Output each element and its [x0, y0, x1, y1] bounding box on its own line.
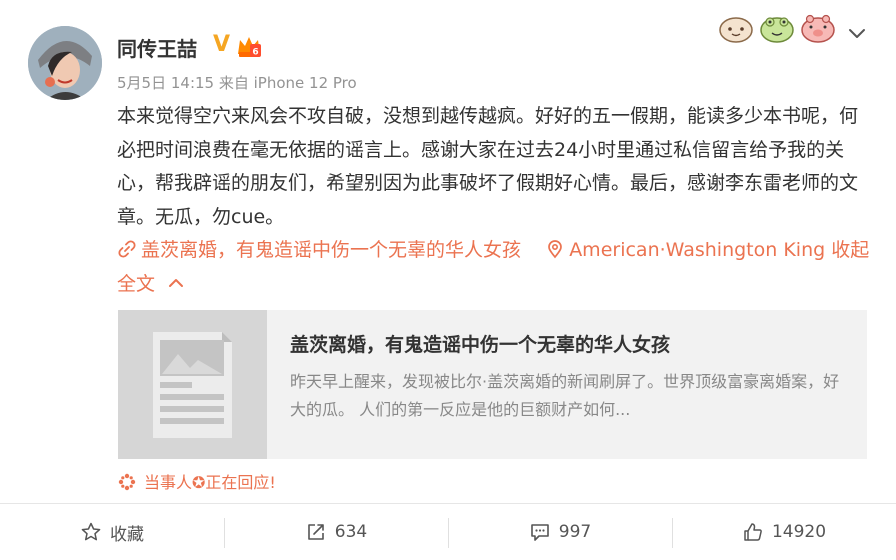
favorite-label: 收藏	[110, 524, 144, 545]
verified-badge-icon: V	[213, 32, 231, 57]
location-link[interactable]: American·Washington King	[545, 239, 831, 261]
article-card[interactable]: 盖茨离婚，有鬼造谣中伤一个无辜的华人女孩 昨天早上醒来，发现被比尔·盖茨离婚的新…	[118, 310, 867, 459]
comment-button[interactable]: 997	[448, 504, 672, 560]
repost-count: 634	[334, 522, 368, 542]
member-level-badge-icon: 6	[236, 34, 262, 58]
notice-text: 当事人✪正在回应!	[144, 473, 276, 492]
sticker-pig-icon	[801, 14, 835, 43]
post-text: 本来觉得空穴来风会不攻自破，没想到越传越疯。好好的五一假期，能读多少本书呢，何必…	[117, 105, 859, 228]
comment-count: 997	[558, 522, 592, 542]
action-bar: 收藏 634 997 14920	[0, 504, 896, 560]
star-icon	[81, 522, 101, 541]
username[interactable]: 同传王喆	[117, 33, 197, 62]
svg-text:6: 6	[252, 48, 258, 58]
like-button[interactable]: 14920	[672, 504, 896, 560]
decorative-stickers	[718, 14, 838, 44]
responding-notice[interactable]: 当事人✪正在回应!	[118, 469, 276, 493]
sticker-frog-icon	[760, 17, 794, 43]
repost-button[interactable]: 634	[224, 504, 448, 560]
like-count: 14920	[771, 522, 827, 542]
repost-icon	[307, 524, 324, 540]
chevron-up-icon	[169, 278, 184, 287]
thumbs-up-icon	[744, 523, 762, 541]
comment-icon	[530, 524, 549, 541]
avatar[interactable]	[28, 26, 102, 100]
avatar-image	[28, 26, 102, 100]
chevron-down-icon[interactable]	[846, 22, 868, 44]
article-link[interactable]: 盖茨离婚，有鬼造谣中伤一个无辜的华人女孩	[117, 239, 527, 261]
article-link-text: 盖茨离婚，有鬼造谣中伤一个无辜的华人女孩	[141, 239, 522, 261]
card-description: 昨天早上醒来，发现被比尔·盖茨离婚的新闻刷屏了。世界顶级富豪离婚案，好大的瓜。 …	[290, 372, 840, 419]
card-title: 盖茨离婚，有鬼造谣中伤一个无辜的华人女孩	[290, 334, 671, 356]
favorite-button[interactable]: 收藏	[0, 504, 224, 560]
article-thumbnail-icon	[118, 310, 267, 459]
pinwheel-icon	[118, 473, 136, 491]
location-link-text: American·Washington King	[569, 239, 826, 261]
post-body: 本来觉得空穴来风会不攻自破，没想到越传越疯。好好的五一假期，能读多少本书呢，何必…	[117, 100, 873, 301]
location-pin-icon	[548, 240, 563, 259]
sticker-face-icon	[719, 17, 753, 43]
link-icon	[118, 240, 136, 258]
post-meta: 5月5日 14:15 来自 iPhone 12 Pro	[117, 74, 357, 92]
